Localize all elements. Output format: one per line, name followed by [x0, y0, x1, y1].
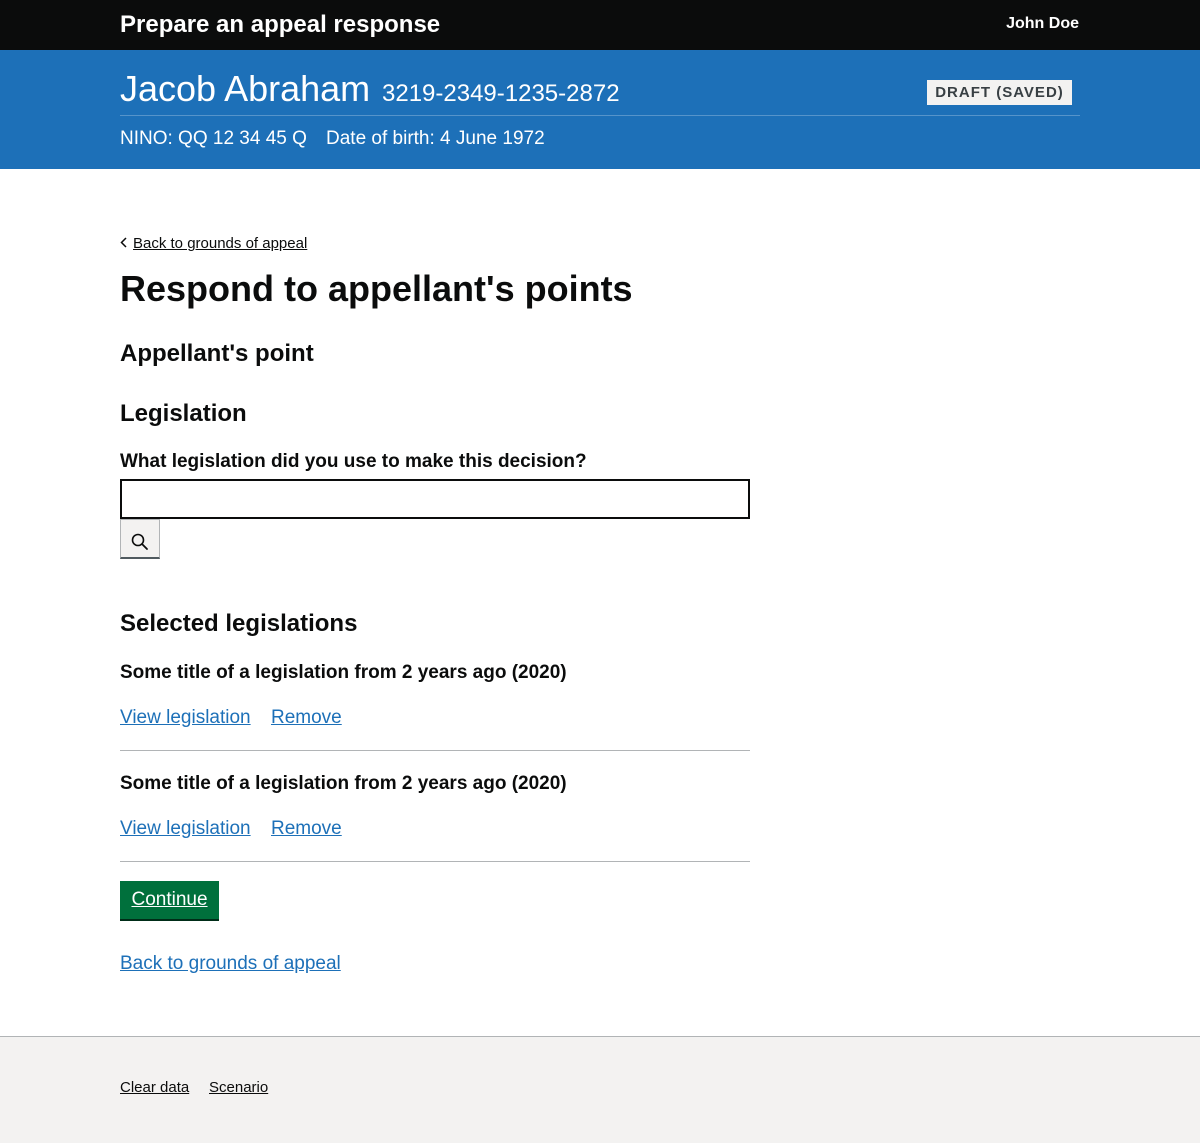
legislation-divider: [120, 861, 750, 862]
legislation-divider: [120, 750, 750, 751]
legislation-question-label: What legislation did you use to make thi…: [120, 451, 587, 472]
status-tag: DRAFT (SAVED): [927, 80, 1072, 105]
continue-button[interactable]: Continue: [120, 881, 219, 921]
clear-data-link[interactable]: Clear data: [120, 1079, 189, 1096]
back-link-bottom[interactable]: Back to grounds of appeal: [120, 952, 341, 976]
legislation-search-input[interactable]: [120, 479, 750, 519]
back-link-top-container: Back to grounds of appeal: [120, 235, 307, 252]
back-link-top[interactable]: Back to grounds of appeal: [133, 235, 307, 252]
legislation-heading: Legislation: [120, 400, 247, 427]
legislation-title: Some title of a legislation from 2 years…: [120, 773, 567, 794]
top-header: Prepare an appeal response John Doe: [0, 0, 1200, 50]
service-name-link[interactable]: Prepare an appeal response: [120, 11, 440, 39]
person-name: Jacob Abraham: [120, 68, 371, 109]
nino-label: NINO: QQ 12 34 45 Q: [120, 128, 307, 149]
remove-legislation-link[interactable]: Remove: [271, 706, 342, 730]
selected-legislations-heading: Selected legislations: [120, 610, 358, 637]
case-banner: Jacob Abraham 3219-2349-1235-2872 DRAFT …: [0, 50, 1200, 169]
view-legislation-link[interactable]: View legislation: [120, 706, 251, 730]
date-of-birth-label: Date of birth: 4 June 1972: [326, 128, 545, 149]
view-legislation-link[interactable]: View legislation: [120, 817, 251, 841]
chevron-left-icon: [120, 235, 127, 252]
search-icon: [121, 532, 159, 552]
legislation-title: Some title of a legislation from 2 years…: [120, 662, 567, 683]
scenario-link[interactable]: Scenario: [209, 1079, 268, 1096]
search-button[interactable]: [120, 519, 160, 559]
banner-divider: [120, 115, 1080, 116]
user-name-link[interactable]: John Doe: [1006, 15, 1079, 33]
remove-legislation-link[interactable]: Remove: [271, 817, 342, 841]
page-title: Respond to appellant's points: [120, 268, 633, 309]
footer: Clear data Scenario: [0, 1036, 1200, 1143]
case-reference: 3219-2349-1235-2872: [382, 80, 620, 107]
appellant-point-heading: Appellant's point: [120, 340, 314, 367]
